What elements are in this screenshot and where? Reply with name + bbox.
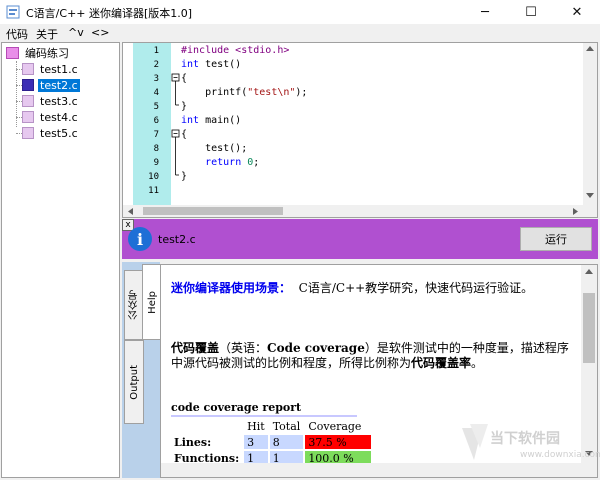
- tree-item-label: test1.c: [40, 62, 78, 76]
- code-line: test();: [181, 143, 248, 154]
- menu-about[interactable]: 关于: [36, 26, 58, 42]
- code-editor[interactable]: 1 2 3 4 5 6 7 8 9 10 11 #include <stdio.…: [122, 42, 598, 218]
- status-bar: x i test2.c 运行: [122, 219, 598, 259]
- line-number: 4: [153, 88, 159, 98]
- line-number: 7: [153, 130, 159, 140]
- report-title: code coverage report: [171, 401, 302, 414]
- app-icon: [6, 5, 20, 19]
- file-icon: [22, 95, 34, 107]
- watermark-text: 当下软件园: [490, 431, 560, 447]
- menu-caret[interactable]: ^v: [68, 26, 84, 39]
- editor-vertical-scrollbar[interactable]: [583, 43, 597, 205]
- coverage-text: 。: [471, 356, 484, 370]
- current-file-label: test2.c: [158, 233, 196, 246]
- info-icon: i: [128, 227, 152, 251]
- tab-wechat[interactable]: 公众号: [124, 270, 144, 340]
- line-number: 1: [153, 46, 159, 56]
- line-number: 9: [153, 158, 159, 168]
- tab-label: Output: [128, 364, 140, 400]
- tree-item-test4[interactable]: test4.c: [22, 109, 80, 125]
- scene-title: 迷你编译器使用场景：: [171, 281, 292, 295]
- maximize-button[interactable]: ☐: [508, 0, 554, 24]
- tree-item-test5[interactable]: test5.c: [22, 125, 80, 141]
- code-line: #include <stdio.h>: [181, 45, 290, 56]
- coverage-text: （英语：: [219, 341, 268, 355]
- tree-item-label: test5.c: [40, 126, 78, 140]
- file-tree: 编码练习 test1.c test2.c test3.c test4.c tes…: [1, 42, 120, 478]
- scroll-thumb[interactable]: [143, 207, 283, 215]
- coverage-header-row: Hit Total Coverage: [171, 419, 371, 433]
- run-button[interactable]: 运行: [520, 227, 592, 251]
- menu-angle[interactable]: <>: [91, 26, 109, 39]
- header-hit: Hit: [247, 419, 265, 433]
- tree-root-label: 编码练习: [25, 47, 69, 60]
- header-coverage: Coverage: [308, 419, 362, 433]
- row-total: 8: [269, 435, 304, 449]
- line-number-gutter: 1 2 3 4 5 6 7 8 9 10 11: [133, 43, 171, 205]
- tree-item-test2[interactable]: test2.c: [22, 77, 80, 93]
- line-number: 2: [153, 60, 159, 70]
- table-row: Lines: 3 8 37.5 %: [171, 435, 372, 449]
- tab-help[interactable]: Help: [142, 264, 161, 340]
- window-title: C语言/C++ 迷你编译器[版本1.0]: [26, 7, 193, 20]
- coverage-table: Hit Total Coverage Lines: 3 8 37.5 % Fun…: [169, 417, 373, 467]
- minimize-button[interactable]: ─: [462, 0, 508, 24]
- code-line: {: [181, 73, 188, 84]
- code-line: printf("test\n");: [181, 87, 308, 98]
- editor-horizontal-scrollbar[interactable]: [123, 205, 597, 217]
- file-icon: [22, 127, 34, 139]
- folder-icon: [6, 47, 19, 59]
- line-number: 8: [153, 144, 159, 154]
- scroll-thumb[interactable]: [583, 293, 595, 363]
- side-tab-strip: 公众号 Help Output: [122, 262, 161, 478]
- coverage-term: 代码覆盖: [171, 341, 220, 355]
- line-number: 10: [148, 172, 159, 182]
- line-number: 6: [153, 116, 159, 126]
- scroll-left-icon[interactable]: [127, 208, 133, 215]
- code-line: {: [181, 129, 188, 140]
- scroll-up-icon[interactable]: [586, 45, 594, 51]
- code-line: int main(): [181, 115, 242, 126]
- code-line: }: [181, 101, 188, 112]
- header-total: Total: [272, 419, 301, 433]
- file-icon: [22, 79, 34, 91]
- scene-paragraph: 迷你编译器使用场景： C语言/C++教学研究，快速代码运行验证。: [171, 279, 533, 296]
- menu-code[interactable]: 代码: [6, 26, 28, 42]
- tree-item-test3[interactable]: test3.c: [22, 93, 80, 109]
- file-icon: [22, 111, 34, 123]
- tab-output[interactable]: Output: [124, 340, 144, 424]
- tree-item-test1[interactable]: test1.c: [22, 61, 80, 77]
- tree-root[interactable]: 编码练习: [6, 45, 71, 61]
- row-coverage: 37.5 %: [305, 435, 372, 449]
- tree-item-label: test4.c: [40, 110, 78, 124]
- scroll-up-icon[interactable]: [585, 268, 593, 274]
- tree-item-label: test3.c: [40, 94, 78, 108]
- coverage-rate-term: 代码覆盖率: [411, 356, 472, 370]
- fold-markers: [171, 43, 181, 205]
- tab-label: 公众号: [128, 290, 140, 320]
- watermark-url: www.downxia.com: [520, 450, 600, 460]
- coverage-paragraph-line2: 中源代码被测试的比例和程度，所得比例称为代码覆盖率。: [171, 354, 483, 371]
- line-number: 11: [148, 186, 159, 196]
- file-icon: [22, 63, 34, 75]
- menu-bar: 代码 关于 ^v <>: [0, 24, 600, 42]
- row-hit: 3: [244, 435, 268, 449]
- coverage-text: 中源代码被测试的比例和程度，所得比例称为: [171, 356, 412, 370]
- line-number: 3: [153, 74, 159, 84]
- tree-item-label: test2.c: [38, 78, 80, 92]
- scene-text: C语言/C++教学研究，快速代码运行验证。: [298, 281, 534, 295]
- tab-label: Help: [146, 290, 158, 314]
- row-label: Lines:: [174, 435, 212, 449]
- close-button[interactable]: ✕: [554, 0, 600, 24]
- code-line: int test(): [181, 59, 242, 70]
- code-line: }: [181, 171, 188, 182]
- coverage-text: ）是软件测试中的一种度量，描述程序: [364, 341, 569, 355]
- scroll-down-icon[interactable]: [586, 193, 594, 199]
- coverage-english: Code coverage: [267, 341, 365, 355]
- line-number: 5: [153, 102, 159, 112]
- scroll-right-icon[interactable]: [573, 208, 579, 215]
- code-line: return 0;: [205, 157, 260, 168]
- title-bar: C语言/C++ 迷你编译器[版本1.0] ─ ☐ ✕: [0, 0, 600, 24]
